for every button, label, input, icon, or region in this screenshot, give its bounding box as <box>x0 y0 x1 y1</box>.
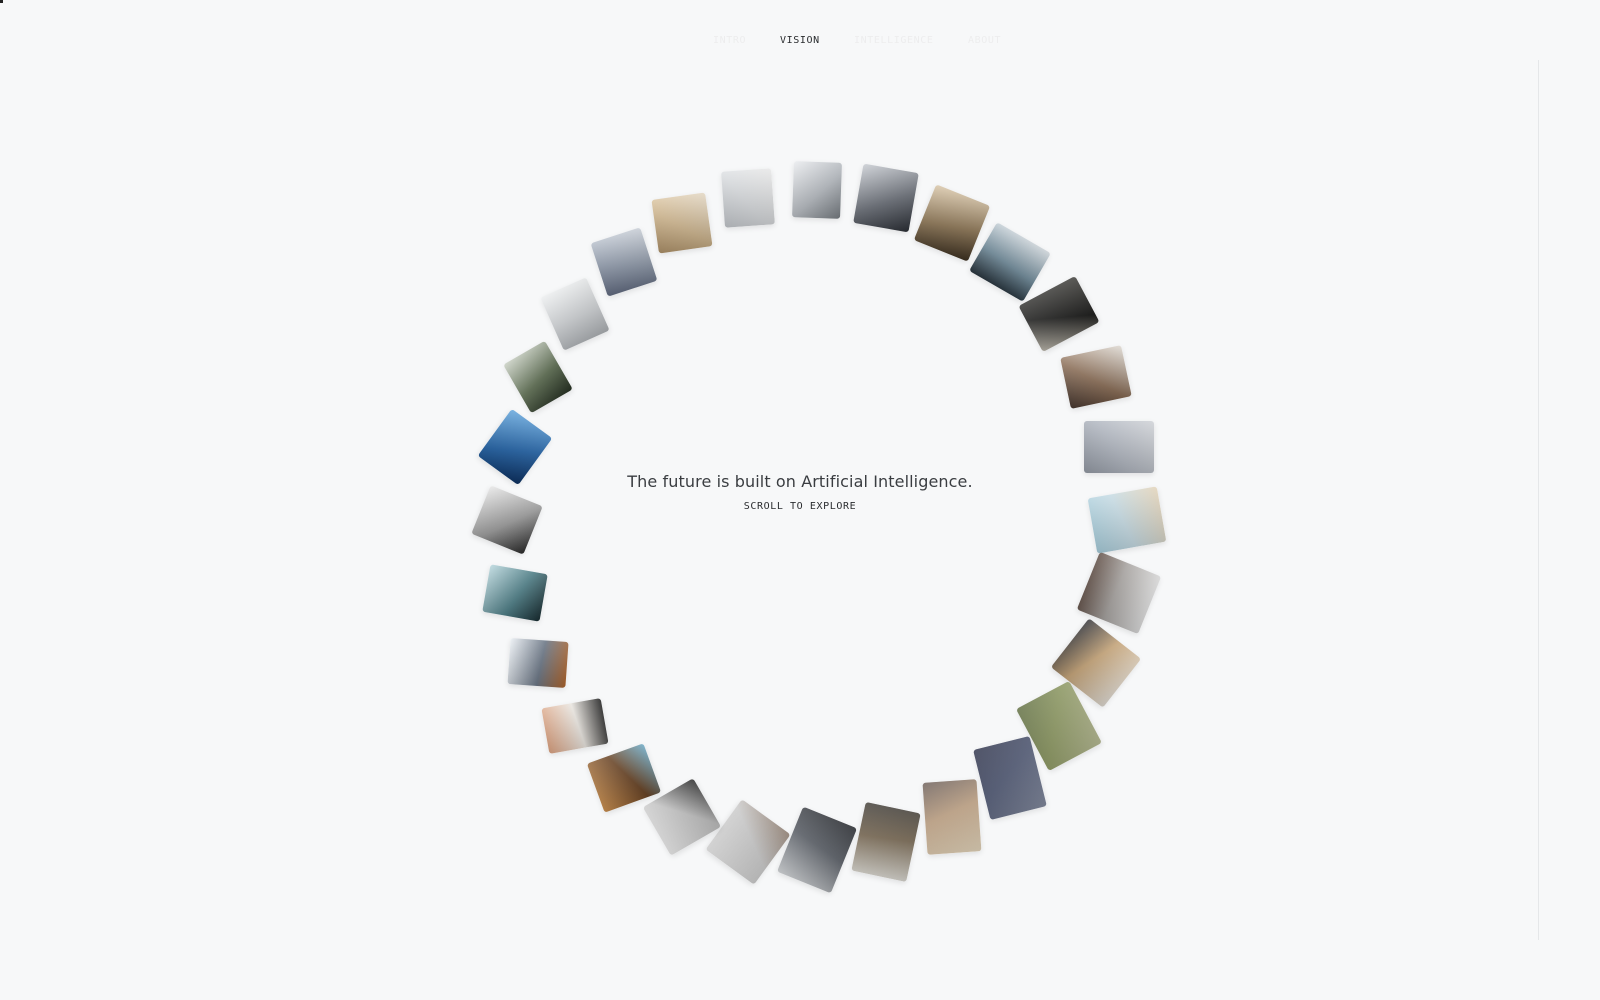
tile-shade <box>1084 420 1155 473</box>
tile-shade <box>1018 276 1100 353</box>
tile-mist-window[interactable] <box>721 168 775 228</box>
tile-grey-machine[interactable] <box>1084 420 1155 473</box>
tile-shade <box>502 340 573 414</box>
tile-shade <box>853 163 919 233</box>
hero-message: The future is built on Artificial Intell… <box>500 472 1100 514</box>
tile-ceiling-lamp[interactable] <box>792 161 842 219</box>
tile-shade <box>507 638 569 689</box>
tile-people-crowd[interactable] <box>777 806 857 894</box>
tile-shade <box>969 222 1052 302</box>
hero-headline: The future is built on Artificial Intell… <box>627 472 973 491</box>
tile-teal-light[interactable] <box>482 564 548 623</box>
tile-mushrooms[interactable] <box>913 183 990 262</box>
tile-headphones[interactable] <box>541 697 609 754</box>
tile-corridor-light[interactable] <box>922 779 981 856</box>
tile-dark-curve[interactable] <box>853 163 919 233</box>
tile-table-room[interactable] <box>851 801 921 882</box>
tile-shade <box>590 227 658 297</box>
tile-forest-hill[interactable] <box>502 340 573 414</box>
tile-steel-blue[interactable] <box>590 227 658 297</box>
tile-shade <box>541 697 609 754</box>
tile-shade <box>721 168 775 228</box>
tile-shade <box>851 801 921 882</box>
tile-shade <box>792 161 842 219</box>
scroll-to-explore-button[interactable]: SCROLL TO EXPLORE <box>744 501 857 512</box>
tile-glass-ceiling[interactable] <box>507 638 569 689</box>
tile-sand-dune[interactable] <box>651 192 713 254</box>
tile-curved-window[interactable] <box>969 222 1052 302</box>
tile-shade <box>539 277 610 351</box>
tile-shade <box>482 564 548 623</box>
tile-shade <box>651 192 713 254</box>
tile-shade <box>1060 344 1133 409</box>
tile-shade <box>777 806 857 894</box>
tile-grey-fog[interactable] <box>539 277 610 351</box>
tile-shade <box>922 779 981 856</box>
tile-shade <box>913 183 990 262</box>
tile-dark-interior[interactable] <box>1018 276 1100 353</box>
tile-cotton[interactable] <box>1060 344 1133 409</box>
